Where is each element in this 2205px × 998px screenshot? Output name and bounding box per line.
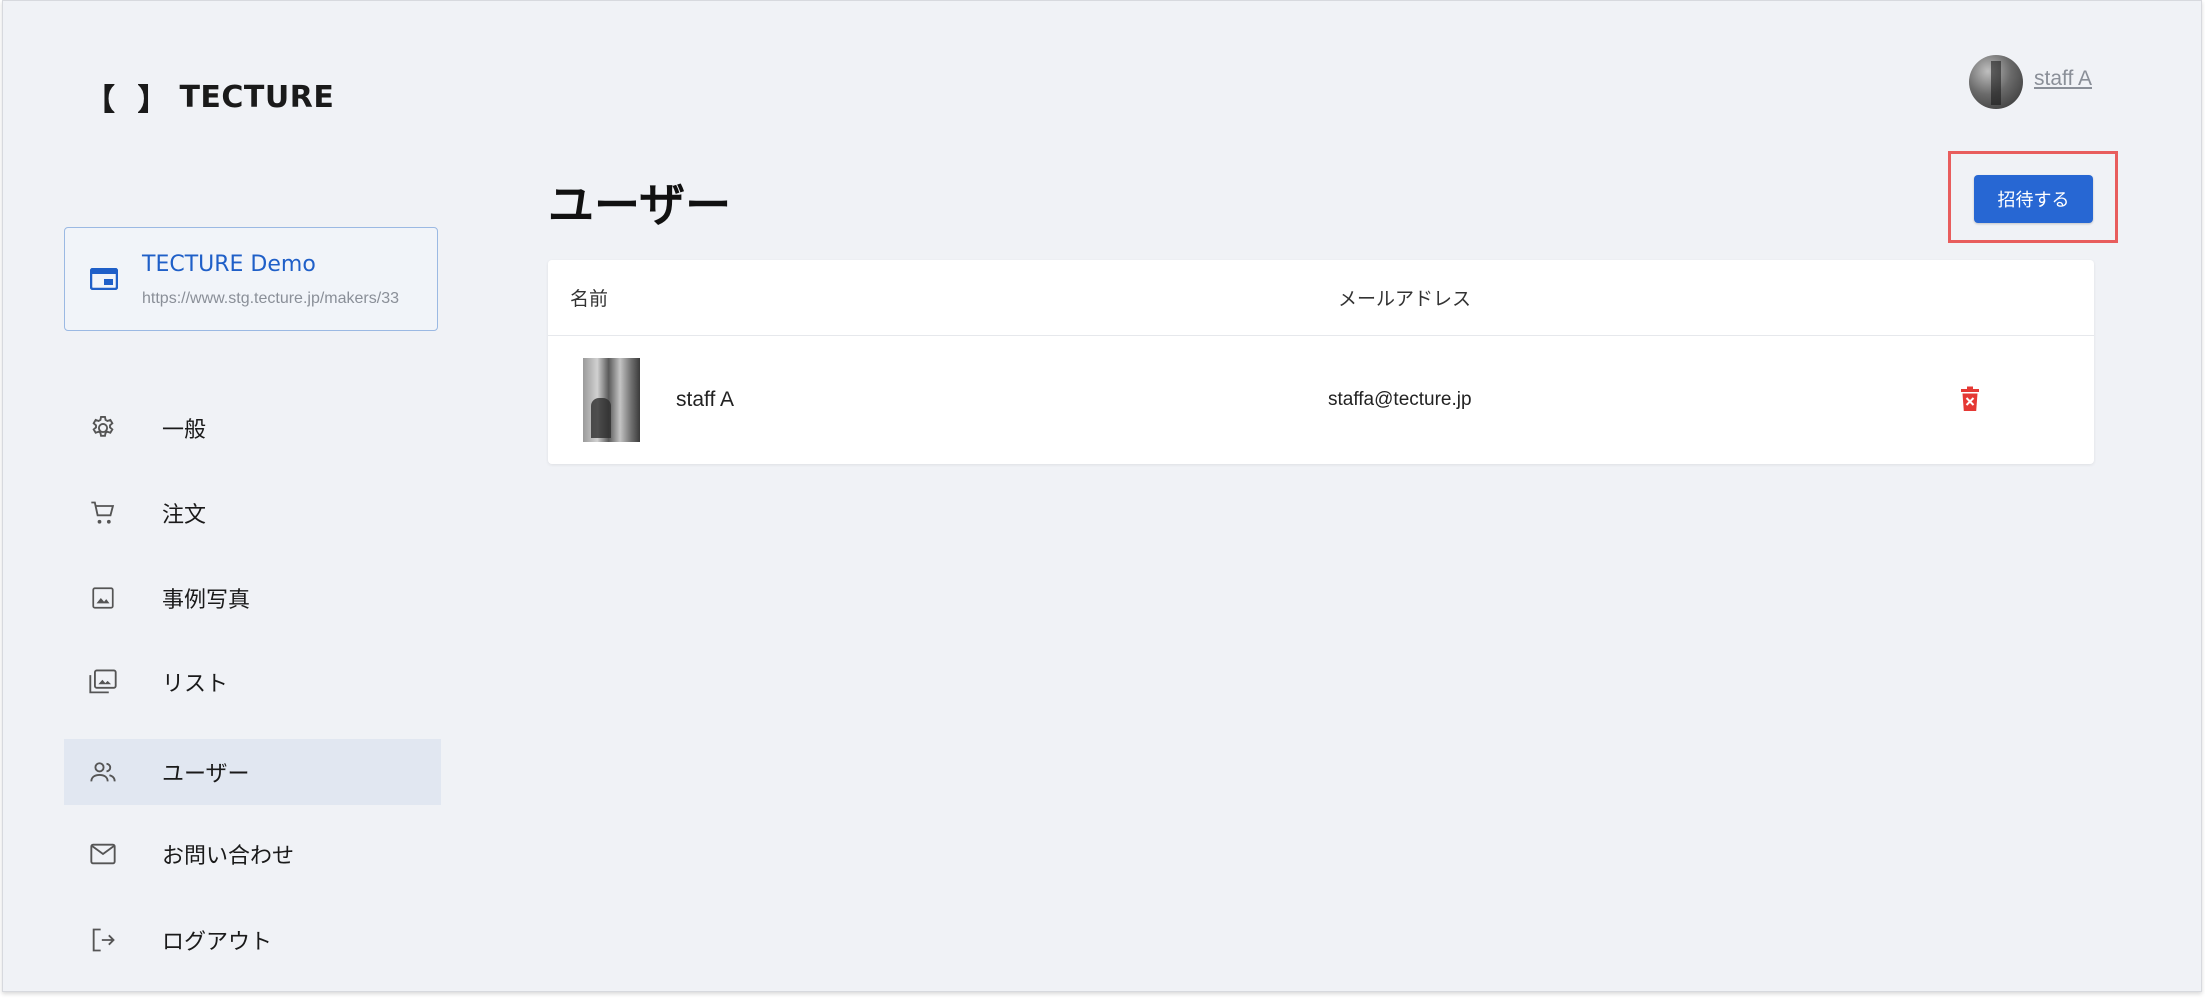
logo-wordmark: TECTURE [179, 79, 335, 115]
browser-window-icon [90, 268, 118, 290]
gear-icon [88, 413, 118, 443]
user-email: staffa@tecture.jp [1328, 389, 1472, 410]
sidebar-item-contact[interactable]: お問い合わせ [64, 821, 441, 887]
maker-url: https://www.stg.tecture.jp/makers/33 [142, 290, 399, 307]
sidebar-item-users[interactable]: ユーザー [64, 739, 441, 805]
sidebar-item-label: 事例写真 [162, 588, 251, 613]
logo-brackets: 【 】 [85, 83, 174, 118]
sidebar-item-label: リスト [162, 672, 229, 697]
image-icon [88, 583, 118, 613]
sidebar-item-label: 一般 [162, 418, 207, 443]
maker-name: TECTURE Demo [142, 252, 316, 277]
user-thumbnail [583, 358, 640, 442]
sidebar-item-list[interactable]: リスト [64, 649, 441, 715]
invite-button[interactable]: 招待する [1974, 175, 2093, 223]
sidebar-item-label: 注文 [162, 503, 207, 528]
table-header: 名前 メールアドレス [548, 260, 2094, 336]
maker-card[interactable]: TECTURE Demo https://www.stg.tecture.jp/… [64, 227, 438, 331]
mail-icon [88, 839, 118, 869]
sidebar-item-orders[interactable]: 注文 [64, 480, 441, 546]
app-window: 【 】 TECTURE staff A TECTURE Demo https:/… [2, 0, 2202, 992]
sidebar-item-general[interactable]: 一般 [64, 395, 441, 461]
column-header-name: 名前 [570, 288, 609, 310]
cart-icon [88, 498, 118, 528]
avatar[interactable] [1969, 55, 2023, 109]
sidebar-item-logout[interactable]: ログアウト [64, 907, 441, 973]
table-row: staff A staffa@tecture.jp [548, 336, 2094, 464]
sidebar-item-label: お問い合わせ [162, 844, 295, 869]
logout-icon [88, 925, 118, 955]
delete-icon[interactable] [1960, 386, 1980, 412]
current-user-link[interactable]: staff A [2034, 67, 2092, 91]
photo-library-icon [88, 667, 118, 697]
sidebar-item-label: ログアウト [162, 930, 273, 955]
column-header-email: メールアドレス [1338, 288, 1472, 310]
sidebar-item-label: ユーザー [162, 762, 250, 787]
tecture-logo[interactable]: 【 】 TECTURE [85, 79, 335, 119]
page-title: ユーザー [548, 178, 732, 232]
users-table: 名前 メールアドレス staff A staffa@tecture.jp [548, 260, 2094, 464]
people-icon [88, 757, 118, 787]
sidebar-item-case-photos[interactable]: 事例写真 [64, 565, 441, 631]
user-name: staff A [676, 388, 734, 411]
